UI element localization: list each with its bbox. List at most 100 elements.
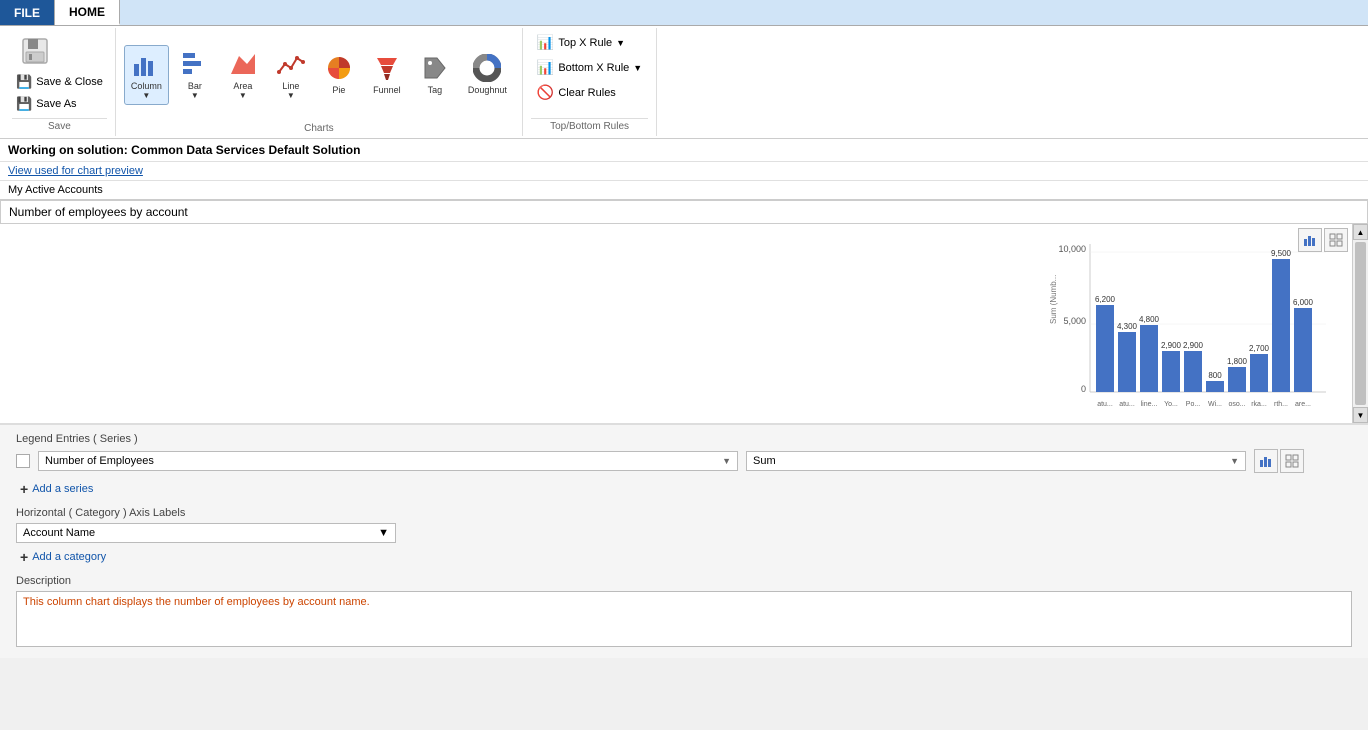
column-caret-icon: ▼ bbox=[142, 91, 150, 100]
save-icon bbox=[16, 34, 54, 68]
save-as-icon: 💾 bbox=[16, 96, 32, 112]
svg-text:Wi...: Wi... bbox=[1208, 401, 1222, 408]
chart-type-column[interactable]: Column ▼ bbox=[124, 45, 169, 105]
bottom-x-rule-icon: 📊 bbox=[537, 59, 554, 76]
svg-text:4,300: 4,300 bbox=[1117, 322, 1138, 331]
svg-text:oso...: oso... bbox=[1228, 401, 1245, 408]
scroll-thumb[interactable] bbox=[1355, 242, 1366, 405]
add-series-button[interactable]: + Add a series bbox=[16, 479, 1352, 499]
svg-text:are...: are... bbox=[1295, 401, 1311, 408]
chart-type-doughnut[interactable]: Doughnut bbox=[461, 49, 514, 100]
svg-text:6,200: 6,200 bbox=[1095, 295, 1116, 304]
series-checkbox[interactable] bbox=[16, 454, 30, 468]
area-chart-icon bbox=[229, 50, 257, 81]
add-category-icon: + bbox=[20, 549, 28, 565]
tag-chart-icon bbox=[421, 54, 449, 85]
svg-text:9,500: 9,500 bbox=[1271, 249, 1292, 258]
chart-title-input[interactable] bbox=[9, 205, 1359, 219]
charts-group: Column ▼ Bar ▼ bbox=[116, 28, 523, 136]
svg-text:Sum (Numb...: Sum (Numb... bbox=[1049, 274, 1058, 323]
bar-caret-icon: ▼ bbox=[191, 91, 199, 100]
area-caret-icon: ▼ bbox=[239, 91, 247, 100]
category-field-arrow-icon: ▼ bbox=[378, 527, 389, 539]
series-field-arrow-icon: ▼ bbox=[722, 456, 731, 466]
legend-label: Legend Entries ( Series ) bbox=[16, 433, 1352, 445]
svg-text:2,700: 2,700 bbox=[1249, 344, 1270, 353]
chart-grid-icon-button[interactable] bbox=[1324, 228, 1348, 252]
category-field-dropdown[interactable]: Account Name ▼ bbox=[16, 523, 396, 543]
chart-type-line[interactable]: Line ▼ bbox=[269, 45, 313, 105]
topbottom-rules-group: 📊 Top X Rule ▼ 📊 Bottom X Rule ▼ 🚫 Clear… bbox=[523, 28, 657, 136]
svg-text:6,000: 6,000 bbox=[1293, 298, 1314, 307]
chart-type-area[interactable]: Area ▼ bbox=[221, 45, 265, 105]
solution-bar: Working on solution: Common Data Service… bbox=[0, 139, 1368, 162]
bottom-x-caret-icon: ▼ bbox=[633, 63, 642, 73]
chart-type-tag[interactable]: Tag bbox=[413, 49, 457, 100]
chart-type-small-buttons bbox=[1254, 449, 1304, 473]
svg-text:0: 0 bbox=[1081, 384, 1086, 394]
chart-title-bar bbox=[0, 200, 1368, 224]
series-agg-dropdown[interactable]: Sum ▼ bbox=[746, 451, 1246, 471]
top-x-caret-icon: ▼ bbox=[616, 38, 625, 48]
svg-text:10,000: 10,000 bbox=[1058, 244, 1086, 254]
top-x-rule-button[interactable]: 📊 Top X Rule ▼ bbox=[531, 32, 648, 53]
ribbon: 💾 Save & Close 💾 Save As Save Column bbox=[0, 26, 1368, 139]
add-category-button[interactable]: + Add a category bbox=[16, 547, 1352, 567]
svg-text:Yo...: Yo... bbox=[1164, 401, 1178, 408]
tab-bar: FILE HOME bbox=[0, 0, 1368, 26]
scroll-down-button[interactable]: ▼ bbox=[1353, 407, 1368, 423]
svg-text:Po...: Po... bbox=[1186, 401, 1200, 408]
chart-bar-icon-button[interactable] bbox=[1298, 228, 1322, 252]
tab-home[interactable]: HOME bbox=[55, 0, 120, 25]
clear-rules-icon: 🚫 bbox=[537, 84, 554, 101]
series-row: Number of Employees ▼ Sum ▼ bbox=[16, 449, 1352, 473]
doughnut-chart-icon bbox=[473, 54, 501, 85]
svg-text:2,900: 2,900 bbox=[1161, 341, 1182, 350]
svg-text:rth...: rth... bbox=[1274, 401, 1288, 408]
svg-text:atu...: atu... bbox=[1119, 401, 1135, 408]
chart-preview: 10,000 5,000 0 Sum (Numb... 6,200 atu... bbox=[0, 224, 1368, 424]
chart-action-buttons bbox=[1298, 228, 1348, 252]
chart-container: 10,000 5,000 0 Sum (Numb... 6,200 atu... bbox=[1048, 234, 1328, 414]
pie-chart-icon bbox=[325, 54, 353, 85]
clear-rules-button[interactable]: 🚫 Clear Rules bbox=[531, 82, 648, 103]
tab-file[interactable]: FILE bbox=[0, 0, 55, 25]
svg-text:5,000: 5,000 bbox=[1063, 316, 1086, 326]
save-close-button[interactable]: 💾 Save & Close bbox=[12, 72, 107, 92]
description-textarea[interactable] bbox=[16, 591, 1352, 647]
top-x-rule-icon: 📊 bbox=[537, 34, 554, 51]
vertical-scrollbar[interactable]: ▲ ▼ bbox=[1352, 224, 1368, 423]
view-dropdown[interactable]: My Active Accounts bbox=[0, 181, 1368, 200]
save-as-button[interactable]: 💾 Save As bbox=[12, 94, 107, 114]
small-bar-chart-button[interactable] bbox=[1254, 449, 1278, 473]
small-table-button[interactable] bbox=[1280, 449, 1304, 473]
chart-type-pie[interactable]: Pie bbox=[317, 49, 361, 100]
line-chart-icon bbox=[277, 50, 305, 81]
svg-text:atu...: atu... bbox=[1097, 401, 1113, 408]
topbottom-group-label: Top/Bottom Rules bbox=[531, 118, 648, 132]
svg-text:1,800: 1,800 bbox=[1227, 357, 1248, 366]
column-chart-icon bbox=[132, 50, 160, 81]
add-series-icon: + bbox=[20, 481, 28, 497]
line-caret-icon: ▼ bbox=[287, 91, 295, 100]
description-label: Description bbox=[16, 575, 1352, 587]
view-link[interactable]: View used for chart preview bbox=[0, 162, 1368, 181]
work-area: Working on solution: Common Data Service… bbox=[0, 139, 1368, 658]
chart-type-bar[interactable]: Bar ▼ bbox=[173, 45, 217, 105]
svg-text:rka...: rka... bbox=[1251, 401, 1267, 408]
bottom-x-rule-button[interactable]: 📊 Bottom X Rule ▼ bbox=[531, 57, 648, 78]
series-field-dropdown[interactable]: Number of Employees ▼ bbox=[38, 451, 738, 471]
series-agg-arrow-icon: ▼ bbox=[1230, 456, 1239, 466]
svg-text:4,800: 4,800 bbox=[1139, 315, 1160, 324]
horizontal-axis-label: Horizontal ( Category ) Axis Labels bbox=[16, 507, 1352, 519]
scroll-up-button[interactable]: ▲ bbox=[1353, 224, 1368, 240]
chart-type-funnel[interactable]: Funnel bbox=[365, 49, 409, 100]
save-group-label: Save bbox=[12, 118, 107, 132]
chart-type-buttons: Column ▼ Bar ▼ bbox=[124, 30, 514, 119]
bar-chart-icon bbox=[181, 50, 209, 81]
svg-text:2,900: 2,900 bbox=[1183, 341, 1204, 350]
svg-text:line...: line... bbox=[1141, 401, 1158, 408]
save-button[interactable] bbox=[12, 32, 107, 70]
svg-text:800: 800 bbox=[1208, 371, 1222, 380]
config-area: Legend Entries ( Series ) Number of Empl… bbox=[0, 424, 1368, 658]
